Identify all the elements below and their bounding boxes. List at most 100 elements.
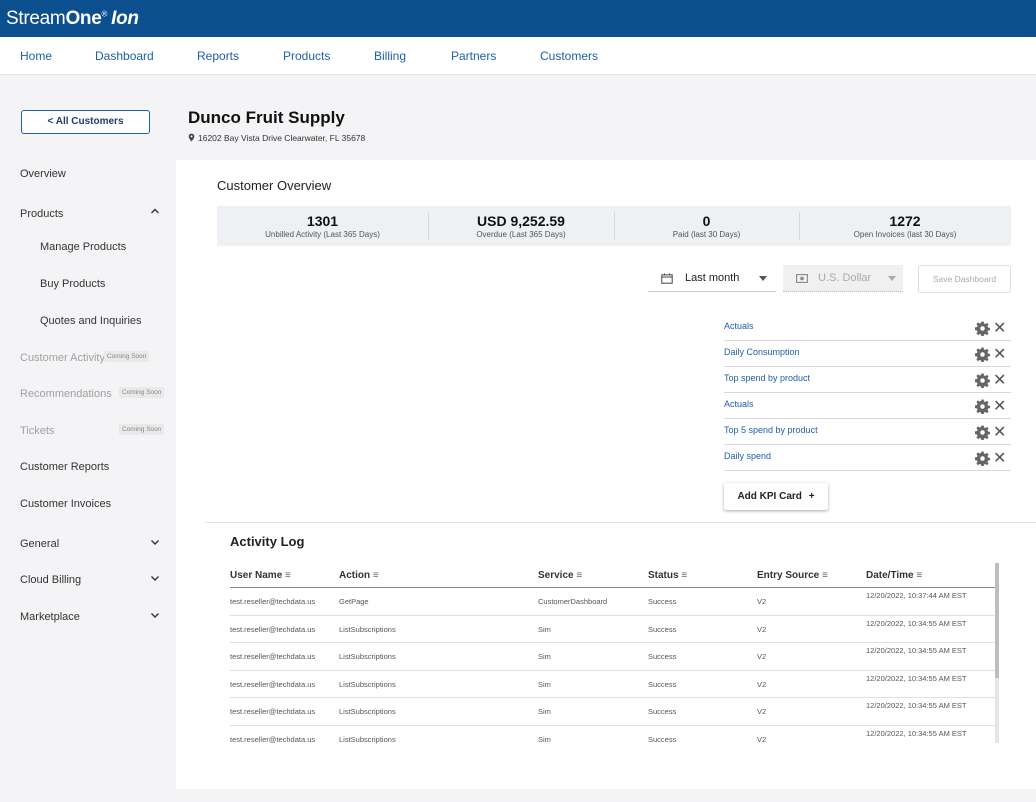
- kpi-name[interactable]: Top 5 spend by product: [724, 425, 818, 435]
- nav-customers[interactable]: Customers: [540, 49, 598, 63]
- stat-overdue: USD 9,252.59 Overdue (Last 365 Days): [428, 206, 614, 246]
- chevron-down-icon[interactable]: [150, 573, 160, 585]
- save-dashboard-button[interactable]: Save Dashboard: [918, 265, 1011, 293]
- filter-icon[interactable]: ≡: [373, 570, 379, 581]
- brand-registered-mark: ®: [101, 9, 108, 19]
- cell-date-time: 12/20/2022, 10:34:55 AM EST: [866, 728, 967, 738]
- cell-entry-source: V2: [757, 624, 767, 634]
- main-nav: Home Dashboard Reports Products Billing …: [0, 37, 1036, 75]
- filter-icon[interactable]: ≡: [285, 570, 291, 581]
- cell-date-time: 12/20/2022, 10:34:55 AM EST: [866, 618, 967, 628]
- cell-action: ListSubscriptions: [339, 679, 396, 689]
- currency-select[interactable]: U.S. Dollar: [783, 265, 903, 292]
- gear-icon[interactable]: [975, 321, 990, 336]
- column-header-label: Action: [339, 570, 371, 581]
- sidebar-item-overview[interactable]: Overview: [20, 168, 170, 180]
- column-header-status[interactable]: Status ≡: [648, 570, 687, 581]
- gear-icon[interactable]: [975, 425, 990, 440]
- nav-reports[interactable]: Reports: [197, 49, 239, 63]
- sidebar-item-customer-invoices[interactable]: Customer Invoices: [20, 498, 170, 510]
- cell-date-time: 12/20/2022, 10:34:55 AM EST: [866, 646, 967, 655]
- customer-name: Dunco Fruit Supply: [188, 108, 345, 127]
- stat-value: USD 9,252.59: [477, 213, 565, 229]
- cell-service: Sim: [538, 707, 551, 716]
- close-icon[interactable]: ✕: [993, 344, 1006, 364]
- sidebar-item-cloud-billing[interactable]: Cloud Billing: [20, 574, 170, 586]
- table-row: test.reseller@techdata.us ListSubscripti…: [230, 698, 996, 726]
- coming-soon-badge: Coming Soon: [119, 387, 165, 398]
- top-bar: StreamOne® Ion: [0, 0, 1036, 37]
- cell-status: Success: [648, 652, 677, 661]
- kpi-name[interactable]: Actuals: [724, 399, 754, 409]
- section-divider: [205, 522, 1036, 523]
- all-customers-button[interactable]: < All Customers: [21, 110, 150, 134]
- close-icon[interactable]: ✕: [993, 318, 1006, 338]
- gear-icon[interactable]: [975, 347, 990, 362]
- brand-logo[interactable]: StreamOne® Ion: [6, 8, 139, 30]
- nav-partners[interactable]: Partners: [451, 49, 496, 63]
- cell-service: Sim: [538, 652, 551, 661]
- cell-status: Success: [648, 679, 677, 689]
- stat-label: Overdue (Last 365 Days): [476, 230, 566, 239]
- chevron-down-icon[interactable]: [150, 610, 160, 622]
- sidebar-item-products[interactable]: Products: [20, 208, 170, 220]
- sidebar-item-label: Recommendations: [20, 388, 112, 400]
- filter-icon[interactable]: ≡: [916, 570, 922, 581]
- calendar-icon: [661, 273, 673, 284]
- sidebar: < All Customers Overview Products Manage…: [0, 75, 176, 802]
- kpi-name[interactable]: Daily spend: [724, 451, 771, 461]
- activity-log-scrollbar[interactable]: [995, 563, 999, 743]
- sidebar-item-buy-products[interactable]: Buy Products: [40, 278, 190, 290]
- nav-dashboard[interactable]: Dashboard: [95, 49, 154, 63]
- column-header-action[interactable]: Action ≡: [339, 570, 379, 581]
- column-header-date-time[interactable]: Date/Time ≡: [866, 570, 922, 581]
- table-row: test.reseller@techdata.us ListSubscripti…: [230, 643, 996, 671]
- sidebar-item-quotes-inquiries[interactable]: Quotes and Inquiries: [40, 315, 190, 327]
- cell-date-time: 12/20/2022, 10:34:55 AM EST: [866, 673, 967, 683]
- add-kpi-card-button[interactable]: Add KPI Card +: [724, 483, 828, 510]
- kpi-row: Daily spend ✕: [724, 445, 1011, 471]
- stat-value: 0: [702, 213, 711, 229]
- cell-entry-source: V2: [757, 652, 767, 661]
- sidebar-item-customer-reports[interactable]: Customer Reports: [20, 461, 170, 473]
- scrollbar-thumb[interactable]: [995, 563, 999, 678]
- column-header-service[interactable]: Service ≡: [538, 570, 582, 581]
- period-select[interactable]: Last month: [648, 265, 776, 292]
- cell-entry-source: V2: [757, 734, 767, 744]
- filter-icon[interactable]: ≡: [576, 570, 582, 581]
- sidebar-item-manage-products[interactable]: Manage Products: [40, 241, 190, 253]
- close-icon[interactable]: ✕: [993, 448, 1006, 468]
- sidebar-item-marketplace[interactable]: Marketplace: [20, 611, 170, 623]
- kpi-row: Top spend by product ✕: [724, 367, 1011, 393]
- gear-icon[interactable]: [975, 451, 990, 466]
- chevron-up-icon[interactable]: [150, 206, 160, 218]
- filter-icon[interactable]: ≡: [822, 570, 828, 581]
- cell-user-name: test.reseller@techdata.us: [230, 597, 316, 606]
- sidebar-item-general[interactable]: General: [20, 538, 170, 550]
- coming-soon-badge: Coming Soon: [119, 424, 165, 435]
- column-header-label: Status: [648, 570, 679, 581]
- column-header-entry-source[interactable]: Entry Source ≡: [757, 570, 828, 581]
- kpi-name[interactable]: Daily Consumption: [724, 347, 800, 357]
- cell-status: Success: [648, 734, 677, 744]
- nav-home[interactable]: Home: [20, 49, 52, 63]
- nav-billing[interactable]: Billing: [374, 49, 406, 63]
- filter-icon[interactable]: ≡: [681, 570, 687, 581]
- close-icon[interactable]: ✕: [993, 422, 1006, 442]
- kpi-name[interactable]: Actuals: [724, 321, 754, 331]
- plus-icon: +: [808, 491, 815, 502]
- nav-products[interactable]: Products: [283, 49, 330, 63]
- cell-action: ListSubscriptions: [339, 624, 396, 634]
- column-header-user-name[interactable]: User Name ≡: [230, 570, 291, 581]
- gear-icon[interactable]: [975, 399, 990, 414]
- stat-value: 1301: [306, 213, 339, 229]
- chevron-down-icon[interactable]: [150, 537, 160, 549]
- gear-icon[interactable]: [975, 373, 990, 388]
- kpi-name[interactable]: Top spend by product: [724, 373, 810, 383]
- cell-entry-source: V2: [757, 679, 767, 689]
- close-icon[interactable]: ✕: [993, 396, 1006, 416]
- close-icon[interactable]: ✕: [993, 370, 1006, 390]
- cell-status: Success: [648, 707, 677, 716]
- kpi-row: Actuals ✕: [724, 393, 1011, 419]
- cell-action: GetPage: [339, 597, 369, 606]
